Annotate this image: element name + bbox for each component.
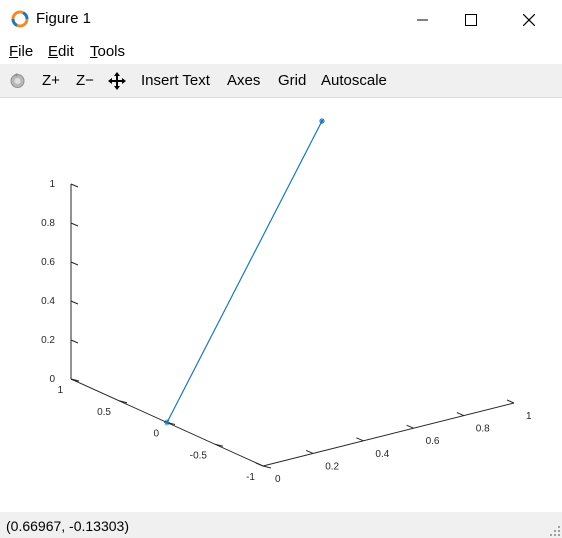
z-tick [70, 261, 79, 266]
z-tick-label: 0 [49, 374, 55, 385]
axes-button[interactable]: Axes [227, 72, 260, 89]
menu-edit[interactable]: Edit [48, 43, 74, 60]
x-tick-label: 0.8 [476, 424, 490, 435]
x-tick-label: 0.6 [426, 436, 440, 447]
x-tick-label: 0.2 [325, 461, 339, 472]
plot-canvas[interactable]: 0 0.2 0.4 0.6 0.8 1 -1 -0.5 0 0.5 1 0 0.2 0.4 0.6 0.8 1 [0, 98, 562, 512]
menu-tools[interactable]: Tools [90, 43, 125, 60]
maximize-icon [465, 14, 477, 26]
data-marker [319, 118, 325, 124]
insert-text-button[interactable]: Insert Text [141, 72, 210, 89]
z-tick [70, 300, 79, 305]
x-tick [456, 412, 464, 417]
octave-app-icon [11, 10, 29, 28]
x-tick-label: 0 [275, 474, 281, 485]
z-tick [70, 339, 79, 344]
y-tick-label: 0.5 [97, 407, 111, 418]
z-tick-label: 1 [49, 179, 55, 190]
y-tick-label: -0.5 [190, 450, 208, 461]
title-bar: Figure 1 [0, 0, 562, 40]
y-tick-label: 0 [153, 429, 159, 440]
z-tick [70, 222, 79, 227]
minimize-button[interactable] [400, 0, 446, 40]
x-tick [356, 437, 364, 442]
minimize-icon [417, 19, 428, 21]
x-tick-label: 0.4 [375, 449, 389, 460]
close-icon [523, 14, 535, 26]
y-tick [262, 465, 272, 469]
close-button[interactable] [506, 0, 552, 40]
x-tick [406, 424, 414, 429]
data-marker [164, 419, 170, 426]
maximize-button[interactable] [448, 0, 494, 40]
plot-svg: 00.20.40.60.81-1-0.500.5100.20.40.60.81 [41, 118, 532, 485]
z-tick-label: 0.6 [41, 257, 55, 268]
x-tick [506, 399, 515, 404]
z-tick [70, 183, 79, 188]
rotate-icon[interactable] [9, 72, 26, 89]
z-tick-label: 0.4 [41, 296, 55, 307]
zoom-in-button[interactable]: Z+ [42, 72, 60, 89]
window-title: Figure 1 [36, 10, 92, 27]
z-tick-label: 0.2 [41, 335, 55, 346]
figure-toolbar: Z+ Z− Insert Text Axes Grid Autoscale [0, 64, 562, 98]
x-tick [306, 449, 314, 454]
status-bar: (0.66967, -0.13303) [0, 512, 562, 538]
menu-bar: File Edit Tools [0, 40, 562, 64]
x-tick [255, 462, 264, 467]
grid-button[interactable]: Grid [278, 72, 306, 89]
autoscale-button[interactable]: Autoscale [321, 72, 387, 89]
zoom-out-button[interactable]: Z− [76, 72, 94, 89]
y-tick-label: 1 [57, 385, 63, 396]
z-tick-label: 0.8 [41, 218, 55, 229]
cursor-coordinates: (0.66967, -0.13303) [6, 518, 129, 534]
pan-icon[interactable] [108, 72, 126, 90]
resize-grip-icon[interactable] [550, 526, 560, 536]
data-line [166, 120, 323, 423]
x-tick-label: 1 [526, 411, 532, 422]
y-tick-label: -1 [246, 472, 255, 483]
menu-file[interactable]: File [9, 43, 33, 60]
